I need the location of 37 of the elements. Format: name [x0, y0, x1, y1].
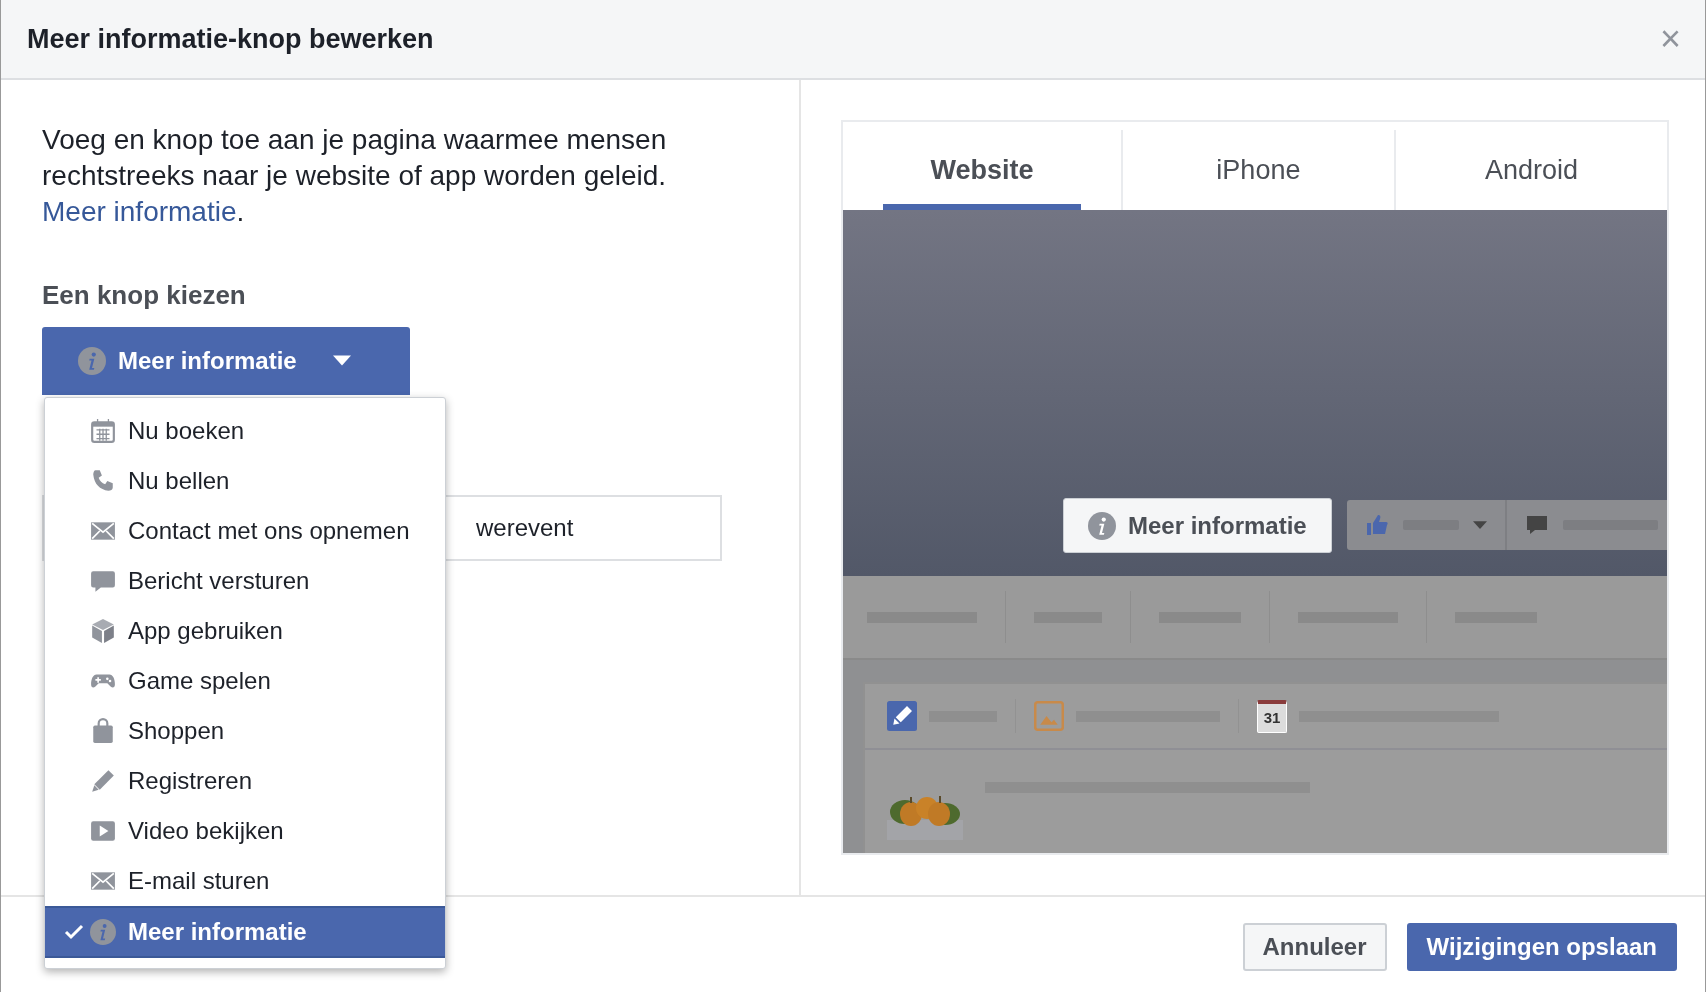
menu-item[interactable]: Bericht versturen	[45, 556, 445, 606]
intro-text: Voeg en knop toe aan je pagina waarmee mensen rechtstreeks naar je website of app worden geleid. Meer informatie.	[42, 123, 668, 229]
button-type-dropdown[interactable]: Meer informatie	[42, 327, 410, 395]
cube-icon	[90, 618, 116, 644]
calendar-icon	[90, 418, 116, 444]
menu-item[interactable]: App gebruiken	[45, 606, 445, 656]
info-icon	[90, 919, 116, 945]
preview-tab[interactable]: Website	[883, 130, 1081, 210]
calendar-icon: 31	[1257, 699, 1287, 733]
speech-bubble-icon	[90, 568, 116, 594]
menu-item[interactable]: Video bekijken	[45, 806, 445, 856]
shopping-bag-icon	[90, 718, 116, 744]
cancel-button[interactable]: Annuleer	[1242, 922, 1387, 971]
menu-item[interactable]: Meer informatie	[45, 906, 445, 958]
menu-item[interactable]: Shoppen	[45, 706, 445, 756]
more-info-link[interactable]: Meer informatie	[42, 196, 237, 227]
dialog-title: Meer informatie-knop bewerken	[27, 23, 434, 55]
image-icon	[1034, 701, 1064, 731]
pencil-icon	[887, 701, 917, 731]
caret-icon	[1473, 520, 1487, 530]
phone-icon	[90, 468, 116, 494]
thumbs-up-icon	[1365, 513, 1389, 537]
save-button[interactable]: Wijzigingen opslaan	[1406, 922, 1677, 971]
menu-item[interactable]: Nu bellen	[45, 456, 445, 506]
info-icon	[78, 347, 106, 375]
menu-item[interactable]: E-mail sturen	[45, 856, 445, 906]
section-label: Een knop kiezen	[42, 280, 247, 311]
caret-icon	[332, 355, 351, 367]
menu-item[interactable]: Game spelen	[45, 656, 445, 706]
info-icon	[1088, 511, 1116, 540]
check-icon	[64, 924, 84, 940]
menu-item[interactable]: Nu boeken	[45, 406, 445, 456]
play-icon	[90, 818, 116, 844]
speech-bubble-icon	[1525, 513, 1549, 537]
menu-item[interactable]: Contact met ons opnemen	[45, 506, 445, 556]
pencil-icon	[90, 768, 116, 794]
menu-item[interactable]: Registreren	[45, 756, 445, 806]
